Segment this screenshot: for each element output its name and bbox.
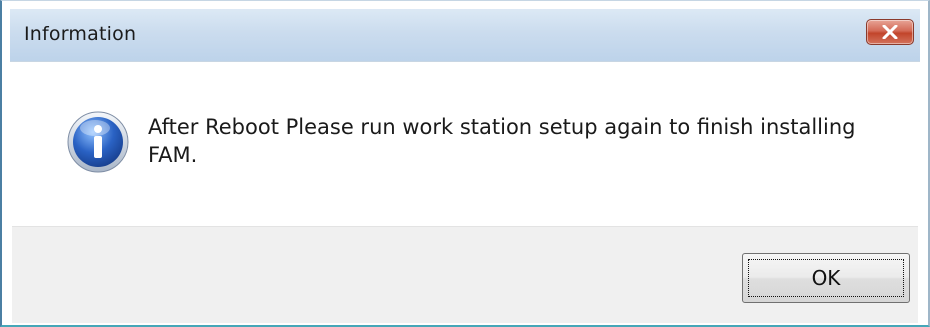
close-icon <box>882 25 898 39</box>
information-dialog: Information After Reboot Please run work… <box>0 0 930 327</box>
close-button[interactable] <box>866 19 914 45</box>
ok-button[interactable]: OK <box>742 253 910 303</box>
dialog-footer: OK <box>12 226 918 323</box>
title-bar[interactable]: Information <box>10 9 920 62</box>
info-icon <box>67 111 129 173</box>
ok-button-label: OK <box>748 259 904 297</box>
dialog-content: After Reboot Please run work station set… <box>12 63 918 226</box>
dialog-title: Information <box>24 23 137 45</box>
dialog-message: After Reboot Please run work station set… <box>148 115 856 167</box>
